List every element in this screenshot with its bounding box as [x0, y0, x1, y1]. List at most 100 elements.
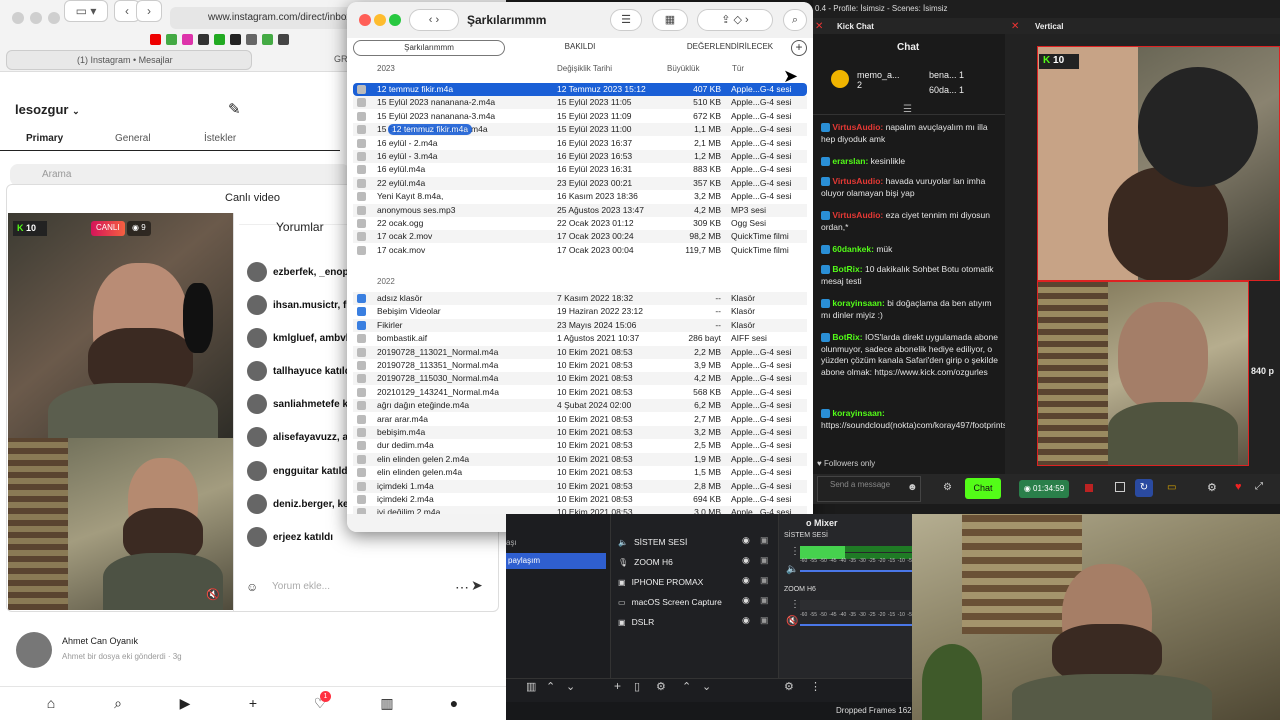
- chat-send-button[interactable]: Chat: [965, 478, 1001, 499]
- tab-reviewed[interactable]: BAKILDI: [505, 40, 655, 56]
- studio-mode-icon[interactable]: ▭: [1167, 482, 1176, 493]
- file-row[interactable]: adsız klasör 7 Kasım 2022 18:32 -- Klasö…: [353, 292, 807, 305]
- close-dot[interactable]: [359, 14, 371, 26]
- eye-icon[interactable]: ◉: [742, 595, 750, 606]
- file-row[interactable]: 20190728_113351_Normal.m4a 10 Ekim 2021 …: [353, 359, 807, 372]
- source-item[interactable]: 🎙 ZOOM H6: [618, 553, 778, 571]
- volume-slider[interactable]: [800, 570, 912, 572]
- reels-icon[interactable]: ▶: [175, 693, 195, 713]
- bookmark-icon[interactable]: [214, 34, 225, 45]
- gear-icon[interactable]: ⚙: [656, 680, 666, 693]
- eye-icon[interactable]: ◉: [742, 555, 750, 566]
- file-row[interactable]: 22 ocak.ogg 22 Ocak 2023 01:12 309 KB Og…: [353, 217, 807, 230]
- emoji-icon[interactable]: ☻: [907, 482, 918, 493]
- send-message-input[interactable]: Send a message: [817, 476, 921, 502]
- column-date[interactable]: Değişiklik Tarihi: [557, 64, 612, 73]
- close-dot[interactable]: [12, 12, 24, 24]
- grid-view-icon[interactable]: ▦: [652, 9, 688, 31]
- forward-icon[interactable]: ›: [136, 0, 162, 22]
- file-row[interactable]: 17 ocak 2.mov 17 Ocak 2023 00:24 98,2 MB…: [353, 230, 807, 244]
- dock-tab[interactable]: Kick Chat: [837, 22, 874, 31]
- dm-item[interactable]: Ahmet Can Oyanık Ahmet bir dosya eki gön…: [16, 632, 182, 668]
- tab-to-evaluate[interactable]: DEĞERLENDİRİLECEK: [655, 40, 805, 56]
- compose-icon[interactable]: ✎: [228, 100, 241, 118]
- lock-icon[interactable]: ▣: [760, 615, 769, 626]
- create-icon[interactable]: +: [243, 693, 263, 713]
- file-row[interactable]: elin elinden gelen 2.m4a 10 Ekim 2021 08…: [353, 452, 807, 466]
- profile-avatar-icon[interactable]: ●: [444, 693, 464, 713]
- move-up-icon[interactable]: ⌃: [682, 680, 691, 693]
- file-row[interactable]: 12 temmuz fikir.m4a 12 Temmuz 2023 15:12…: [353, 83, 807, 96]
- channel-menu-icon[interactable]: ⋮: [790, 599, 800, 610]
- dock-tab[interactable]: Vertical: [1035, 22, 1063, 31]
- close-icon[interactable]: ✕: [815, 21, 823, 32]
- move-down-icon[interactable]: ⌄: [702, 680, 711, 693]
- file-row[interactable]: bebişim.m4a 10 Ekim 2021 08:53 3,2 MB Ap…: [353, 426, 807, 439]
- chat-username[interactable]: korayinsaan:: [832, 298, 884, 308]
- settings-icon[interactable]: ⚙: [1207, 481, 1217, 494]
- eye-icon[interactable]: ◉: [742, 575, 750, 586]
- channel-menu-icon[interactable]: ⋮: [790, 546, 800, 557]
- source-item[interactable]: 🔈 SİSTEM SESİ: [618, 533, 778, 551]
- source-item[interactable]: ▭ macOS Screen Capture: [618, 593, 778, 611]
- mute-icon[interactable]: 🔇: [206, 588, 220, 601]
- tab-other[interactable]: GR: [334, 54, 348, 64]
- share-tag-icon[interactable]: ⇪ ◇ ›: [697, 9, 773, 31]
- youtube-icon[interactable]: [150, 34, 161, 45]
- add-source-icon[interactable]: +: [614, 679, 621, 693]
- column-kind[interactable]: Tür: [732, 64, 744, 73]
- file-row[interactable]: 15 Eylül 2023 nananana-2.m4a 15 Eylül 20…: [353, 96, 807, 110]
- file-row[interactable]: Yeni Kayıt 8.m4a, 16 Kasım 2023 18:36 3,…: [353, 190, 807, 203]
- file-row[interactable]: arar arar.m4a 10 Ekim 2021 08:53 2,7 MB …: [353, 413, 807, 426]
- source-item[interactable]: ▣ IPHONE PROMAX: [618, 573, 778, 591]
- muted-speaker-icon[interactable]: 🔇: [786, 616, 798, 627]
- trash-icon[interactable]: ▯: [634, 680, 640, 693]
- mixer-menu-icon[interactable]: ⋮: [810, 680, 821, 693]
- minimize-dot[interactable]: [374, 14, 386, 26]
- gear-icon[interactable]: ⚙: [943, 482, 952, 493]
- scene-item-selected[interactable]: paylaşım: [506, 553, 606, 569]
- lock-icon[interactable]: ▣: [760, 555, 769, 566]
- file-row[interactable]: 15 Eylül 2023 nananana-3.m4a 15 Eylül 20…: [353, 110, 807, 123]
- search-icon[interactable]: ⌕: [108, 693, 128, 713]
- file-row[interactable]: Fikirler 23 Mayıs 2024 15:06 -- Klasör: [353, 318, 807, 332]
- file-row[interactable]: 16 eylül.m4a 16 Eylül 2023 16:31 883 KB …: [353, 163, 807, 176]
- chat-username[interactable]: BotRix:: [832, 264, 862, 274]
- chat-username[interactable]: erarslan:: [832, 156, 868, 166]
- replay-icon[interactable]: ↻: [1135, 479, 1153, 497]
- minimize-dot[interactable]: [30, 12, 42, 24]
- chat-username[interactable]: VirtusAudio:: [832, 176, 883, 186]
- fullscreen-icon[interactable]: ⤢: [1255, 481, 1263, 492]
- file-row[interactable]: 16 eylül - 3.m4a 16 Eylül 2023 16:53 1,2…: [353, 150, 807, 163]
- bookmark-icon[interactable]: [262, 34, 273, 45]
- eye-icon[interactable]: ◉: [742, 615, 750, 626]
- stream-timer[interactable]: ◉ 01:34:59: [1019, 480, 1069, 498]
- chat-username[interactable]: 60dankek:: [832, 244, 874, 254]
- tab-songs[interactable]: Şarkılarımmm: [353, 40, 505, 56]
- bookmark-icon[interactable]: [278, 34, 289, 45]
- file-row[interactable]: 20190728_115030_Normal.m4a 10 Ekim 2021 …: [353, 372, 807, 386]
- lock-icon[interactable]: ▣: [760, 595, 769, 606]
- record-icon[interactable]: [1085, 484, 1093, 492]
- file-row[interactable]: bombastik.aif 1 Ağustos 2021 10:37 286 b…: [353, 332, 807, 345]
- file-row[interactable]: 17 ocak.mov 17 Ocak 2023 00:04 119,7 MB …: [353, 244, 807, 257]
- tab-requests[interactable]: İstekler: [204, 133, 236, 144]
- search-icon[interactable]: ⌕: [783, 9, 807, 31]
- chat-username[interactable]: korayinsaan:: [832, 408, 884, 418]
- eye-icon[interactable]: ◉: [742, 535, 750, 546]
- mixer-settings-icon[interactable]: ⚙: [784, 680, 794, 693]
- scene-filter-icon[interactable]: ▥: [526, 680, 536, 693]
- move-down-icon[interactable]: ⌄: [566, 680, 575, 693]
- file-row[interactable]: içimdeki 2.m4a 10 Ekim 2021 08:53 694 KB…: [353, 493, 807, 506]
- tab-instagram[interactable]: (1) Instagram • Mesajlar: [6, 50, 252, 70]
- file-row[interactable]: 20210129_143241_Normal.m4a 10 Ekim 2021 …: [353, 386, 807, 399]
- close-icon[interactable]: ✕: [1011, 21, 1019, 32]
- file-row[interactable]: 22 eylül.m4a 23 Eylül 2023 00:21 357 KB …: [353, 176, 807, 190]
- column-size[interactable]: Büyüklük: [667, 64, 699, 73]
- file-row[interactable]: içimdeki 1.m4a 10 Ekim 2021 08:53 2,8 MB…: [353, 479, 807, 493]
- chat-username[interactable]: VirtusAudio:: [832, 210, 883, 220]
- add-tab-icon[interactable]: +: [791, 40, 807, 56]
- chat-username[interactable]: BotRix:: [832, 332, 862, 342]
- sidebar-toggle-icon[interactable]: ▭ ▾: [64, 0, 108, 22]
- bookmark-icon[interactable]: [198, 34, 209, 45]
